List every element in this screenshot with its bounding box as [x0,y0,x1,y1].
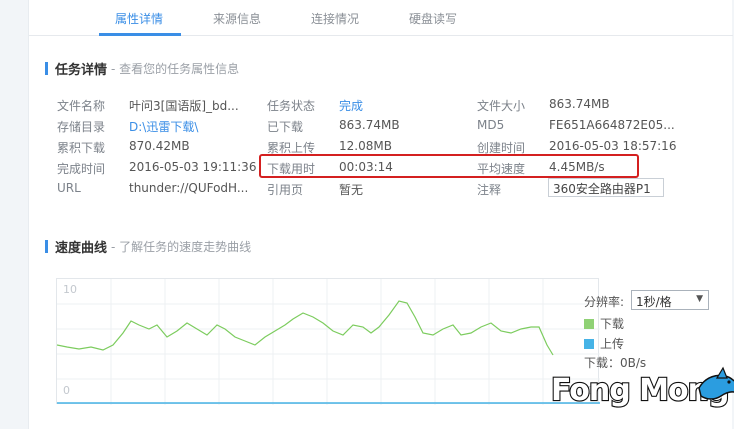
tab-source-info[interactable]: 来源信息 [213,10,261,27]
section-accent-bar [45,62,48,75]
fongmong-watermark-logo: Fong Mong [550,366,734,409]
file-name-value: 叶问3[国语版]_bd... [129,99,239,113]
task-status-label: 任务状态 [267,99,316,113]
task-details-header: 任务详情 - 查看您的任务属性信息 [45,59,239,78]
accumulated-download-value: 870.42MB [129,139,190,153]
md5-label: MD5 [477,118,505,132]
tab-disk-io[interactable]: 硬盘读写 [409,10,457,27]
download-swatch [584,318,594,329]
accumulated-upload-value: 12.08MB [339,139,392,153]
chart-grid [57,279,600,405]
tab-properties[interactable]: 属性详情 [115,10,163,27]
speed-chart-svg [57,279,600,405]
download-speed-line [57,300,554,356]
legend-upload: 上传 [584,335,624,352]
tab-bar: 属性详情 来源信息 连接情况 硬盘读写 [29,0,733,36]
task-status-value: 完成 [339,99,364,113]
resolution-label: 分辨率: [584,295,625,309]
downloaded-value: 863.74MB [339,118,400,132]
legend-download: 下载 [584,315,624,332]
file-size-value: 863.74MB [549,97,610,111]
accumulated-download-label: 累积下载 [57,141,106,155]
speed-chart: 10 0 60 [56,278,600,405]
resolution-select[interactable]: 1秒/格 ▼ [631,290,709,310]
created-time-value: 2016-05-03 18:57:16 [549,139,677,153]
y-axis-bottom-label: 0 [63,384,70,397]
section-title: 速度曲线 [55,241,108,256]
referrer-value: 暂无 [339,183,364,197]
y-axis-top-label: 10 [63,283,77,296]
upload-swatch [584,338,594,349]
finish-time-value: 2016-05-03 19:11:36 [129,160,257,174]
highlight-box [259,154,639,178]
section-accent-bar [45,240,48,253]
section-title: 任务详情 [55,63,108,78]
speed-curve-header: 速度曲线 - 了解任务的速度走势曲线 [45,237,251,256]
tab-connections[interactable]: 连接情况 [311,10,359,27]
note-input[interactable]: 360安全路由器P1 [548,178,664,197]
file-size-label: 文件大小 [477,99,526,113]
finish-time-label: 完成时间 [57,162,106,176]
file-name-label: 文件名称 [57,99,106,113]
md5-value: FE651A664872E05... [549,118,675,132]
legend-download-label: 下载 [600,317,625,331]
storage-dir-link[interactable]: D:\迅雷下载\ [129,118,198,135]
section-subtitle: - 查看您的任务属性信息 [111,62,240,76]
url-label: URL [57,181,81,195]
referrer-label: 引用页 [267,183,304,197]
task-detail-panel: 属性详情 来源信息 连接情况 硬盘读写 任务详情 - 查看您的任务属性信息 文件… [28,0,734,429]
note-label: 注释 [477,183,502,197]
url-value: thunder://QUFodH... [129,181,249,195]
downloaded-label: 已下载 [267,120,304,134]
storage-dir-label: 存储目录 [57,120,106,134]
chevron-down-icon: ▼ [696,294,703,304]
active-tab-indicator [99,33,181,36]
section-subtitle: - 了解任务的速度走势曲线 [111,240,252,254]
legend-upload-label: 上传 [600,337,625,351]
resolution-selected-value: 1秒/格 [636,295,672,309]
